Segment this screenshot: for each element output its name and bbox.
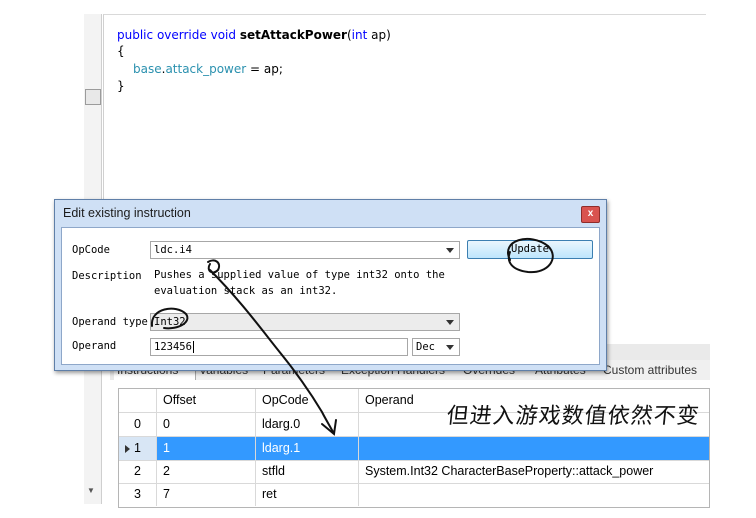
scrollbar-thumb[interactable] [85,89,101,105]
chevron-down-icon[interactable] [446,345,454,350]
row-opcode: ldarg.1 [256,437,359,460]
row-operand [359,483,709,506]
header-opcode[interactable]: OpCode [256,389,359,412]
table-row-selected[interactable]: 1 1 ldarg.1 [119,437,709,461]
code-line-4: } [117,79,125,93]
row-index: 0 [119,413,157,436]
header-index [119,389,157,412]
field-name: attack_power [165,62,247,76]
operand-label: Operand [72,340,117,352]
opcode-label: OpCode [72,244,110,256]
row-offset: 2 [157,460,256,483]
number-base-combobox[interactable]: Dec [412,338,460,356]
row-opcode: stfld [256,460,359,483]
chevron-down-icon[interactable] [446,320,454,325]
keyword-override: override [156,28,207,42]
row-index: 1 [119,437,157,460]
table-row[interactable]: 3 7 ret [119,483,709,506]
row-operand: System.Int32 CharacterBaseProperty::atta… [365,464,654,478]
scroll-down-icon[interactable]: ▼ [87,486,95,495]
method-name: setAttackPower [239,28,347,42]
number-base-value: Dec [416,341,435,353]
keyword-void: void [210,28,236,42]
operand-type-value: Int32 [154,316,186,328]
update-button[interactable]: Update [467,240,593,259]
code-line-2: { [117,44,125,58]
edit-instruction-dialog: Edit existing instruction x OpCode ldc.i… [54,199,607,371]
operand-value: 123456 [154,341,192,353]
opcode-combobox[interactable]: ldc.i4 [150,241,460,259]
opcode-value: ldc.i4 [154,244,192,256]
code-line-3: base.attack_power = ap; [133,62,283,76]
description-label: Description [72,270,142,282]
row-offset: 7 [157,483,256,506]
operand-type-label: Operand type [72,316,148,328]
row-index: 2 [119,460,157,483]
param-name: ap) [367,28,391,42]
param-type: int [351,28,368,42]
operand-type-combobox[interactable]: Int32 [150,313,460,331]
row-opcode: ret [256,483,359,506]
row-index-text: 1 [134,441,141,455]
tab-custom-attributes[interactable]: Custom attributes [600,360,710,380]
base-keyword: base [133,62,162,76]
row-index: 3 [119,483,157,506]
text-caret [192,341,194,353]
row-opcode: ldarg.0 [256,413,359,436]
current-row-arrow-icon [125,445,130,453]
description-text: Pushes a supplied value of type int32 on… [154,269,445,297]
operand-input[interactable]: 123456 [150,338,408,356]
code-line-1: public override void setAttackPower(int … [117,28,391,42]
header-offset[interactable]: Offset [157,389,256,412]
table-row[interactable]: 2 2 stfld System.Int32 CharacterBaseProp… [119,460,709,484]
dialog-body: OpCode ldc.i4 Update Description Pushes … [61,227,600,365]
close-icon[interactable]: x [581,206,600,223]
assignment: = ap; [246,62,283,76]
dialog-title: Edit existing instruction [63,206,191,220]
chevron-down-icon[interactable] [446,248,454,253]
handwritten-note: 但进入游戏数值依然不变 [445,404,702,429]
row-offset: 0 [157,413,256,436]
keyword-public: public [117,28,154,42]
row-offset: 1 [157,437,256,460]
row-operand [359,437,709,460]
